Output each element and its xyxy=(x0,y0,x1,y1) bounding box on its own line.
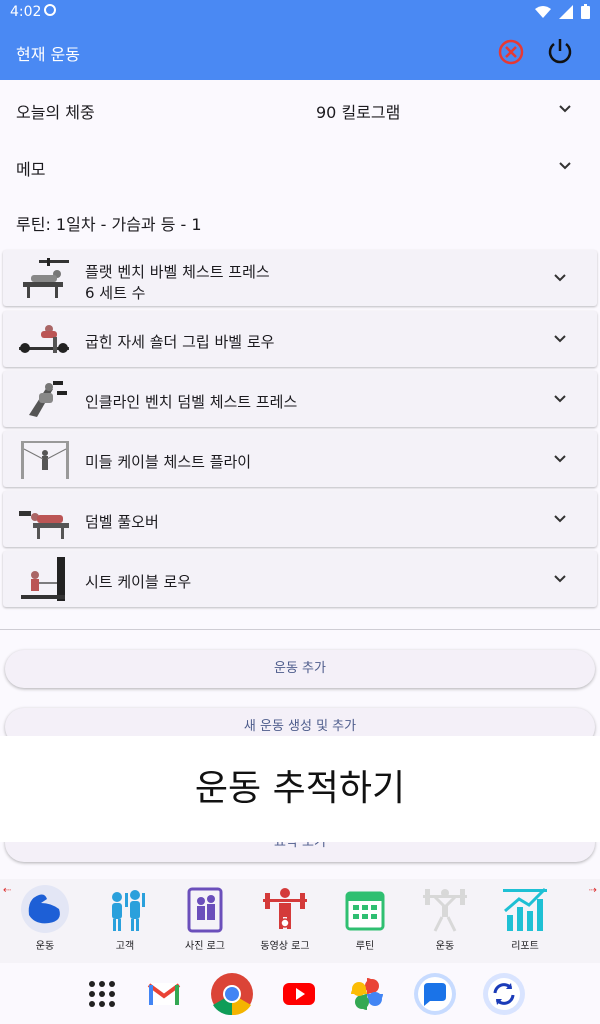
cable-fly-thumbnail-icon xyxy=(21,441,69,479)
routine-label: 루틴: 1일차 - 가슴과 등 - 1 xyxy=(16,215,202,234)
apps-grid-icon[interactable] xyxy=(79,971,125,1017)
exercise-name: 플랫 벤치 바벨 체스트 프레스 xyxy=(85,263,270,281)
sync-status-icon xyxy=(44,4,56,16)
exercise-name: 미들 케이블 체스트 플라이 xyxy=(85,453,252,471)
cancel-workout-icon[interactable] xyxy=(497,38,525,66)
weight-label: 오늘의 체중 xyxy=(16,103,95,122)
chevron-down-icon[interactable] xyxy=(553,452,567,466)
chart-icon xyxy=(503,887,547,931)
bottom-nav: ⇠ ⇢ 운동 고객 사진 로그 동영상 로그 루틴 운동 리포트 xyxy=(0,879,600,963)
divider xyxy=(0,629,600,630)
signal-icon xyxy=(559,4,573,19)
nav-item-routine[interactable]: 루틴 xyxy=(330,885,400,952)
battery-icon xyxy=(581,4,590,19)
nav-item-workout[interactable]: 운동 xyxy=(10,885,80,952)
memo-label: 메모 xyxy=(16,160,46,179)
mirror-photo-icon xyxy=(187,887,223,933)
muscle-arm-icon xyxy=(21,885,69,933)
exercise-name: 인클라인 벤치 덤벨 체스트 프레스 xyxy=(85,393,298,411)
gmail-icon[interactable] xyxy=(141,971,187,1017)
messages-icon[interactable] xyxy=(412,971,458,1017)
exercise-card[interactable]: 플랫 벤치 바벨 체스트 프레스 6 세트 수 xyxy=(3,250,597,306)
calendar-icon xyxy=(345,891,385,931)
power-icon[interactable] xyxy=(545,36,575,66)
weightlifter-video-icon xyxy=(263,888,307,929)
app-bar: 현재 운동 xyxy=(0,24,600,80)
tracking-overlay: 운동 추적하기 xyxy=(0,736,600,842)
nav-item-exercise[interactable]: 운동 xyxy=(410,885,480,952)
exercise-name: 시트 케이블 로우 xyxy=(85,573,192,591)
page-title: 현재 운동 xyxy=(16,45,80,64)
photos-icon[interactable] xyxy=(344,971,390,1017)
scroll-right-arrow-icon[interactable]: ⇢ xyxy=(589,885,597,896)
weight-value: 90 킬로그램 xyxy=(316,103,401,122)
nav-item-video-log[interactable]: 동영상 로그 xyxy=(250,885,320,952)
chevron-down-icon[interactable] xyxy=(558,102,572,116)
nav-item-clients[interactable]: 고객 xyxy=(90,885,160,952)
chevron-down-icon[interactable] xyxy=(558,159,572,173)
chevron-down-icon[interactable] xyxy=(553,392,567,406)
barbell-person-icon xyxy=(423,889,467,932)
bench-press-thumbnail-icon xyxy=(23,258,69,298)
app-dock xyxy=(0,963,600,1024)
incline-press-thumbnail-icon xyxy=(29,381,67,417)
exercise-card[interactable]: 굽힌 자세 숄더 그립 바벨 로우 xyxy=(3,311,597,367)
trainer-client-icon xyxy=(112,890,145,931)
status-time: 4:02 xyxy=(10,4,42,20)
memo-row[interactable]: 메모 xyxy=(0,138,600,194)
chevron-down-icon[interactable] xyxy=(553,271,567,285)
exercise-sets: 6 세트 수 xyxy=(85,284,146,302)
chevron-down-icon[interactable] xyxy=(553,332,567,346)
nav-item-report[interactable]: 리포트 xyxy=(490,885,560,952)
exercise-name: 덤벨 풀오버 xyxy=(85,513,159,531)
youtube-icon[interactable] xyxy=(276,971,322,1017)
weight-row[interactable]: 오늘의 체중 90 킬로그램 xyxy=(0,80,600,138)
nav-item-photo-log[interactable]: 사진 로그 xyxy=(170,885,240,952)
barbell-row-thumbnail-icon xyxy=(19,325,69,353)
chevron-down-icon[interactable] xyxy=(553,572,567,586)
seated-cable-row-thumbnail-icon xyxy=(21,557,65,601)
exercise-card[interactable]: 미들 케이블 체스트 플라이 xyxy=(3,431,597,487)
chrome-icon[interactable] xyxy=(209,971,255,1017)
sync-app-icon[interactable] xyxy=(481,971,527,1017)
add-exercise-button[interactable]: 운동 추가 xyxy=(5,650,595,688)
wifi-icon xyxy=(535,5,551,18)
exercise-card[interactable]: 시트 케이블 로우 xyxy=(3,551,597,607)
chevron-down-icon[interactable] xyxy=(553,512,567,526)
dumbbell-pullover-thumbnail-icon xyxy=(19,511,69,539)
status-bar: 4:02 xyxy=(0,0,600,24)
exercise-name: 굽힌 자세 숄더 그립 바벨 로우 xyxy=(85,333,275,351)
exercise-card[interactable]: 덤벨 풀오버 xyxy=(3,491,597,547)
exercise-card[interactable]: 인클라인 벤치 덤벨 체스트 프레스 xyxy=(3,371,597,427)
